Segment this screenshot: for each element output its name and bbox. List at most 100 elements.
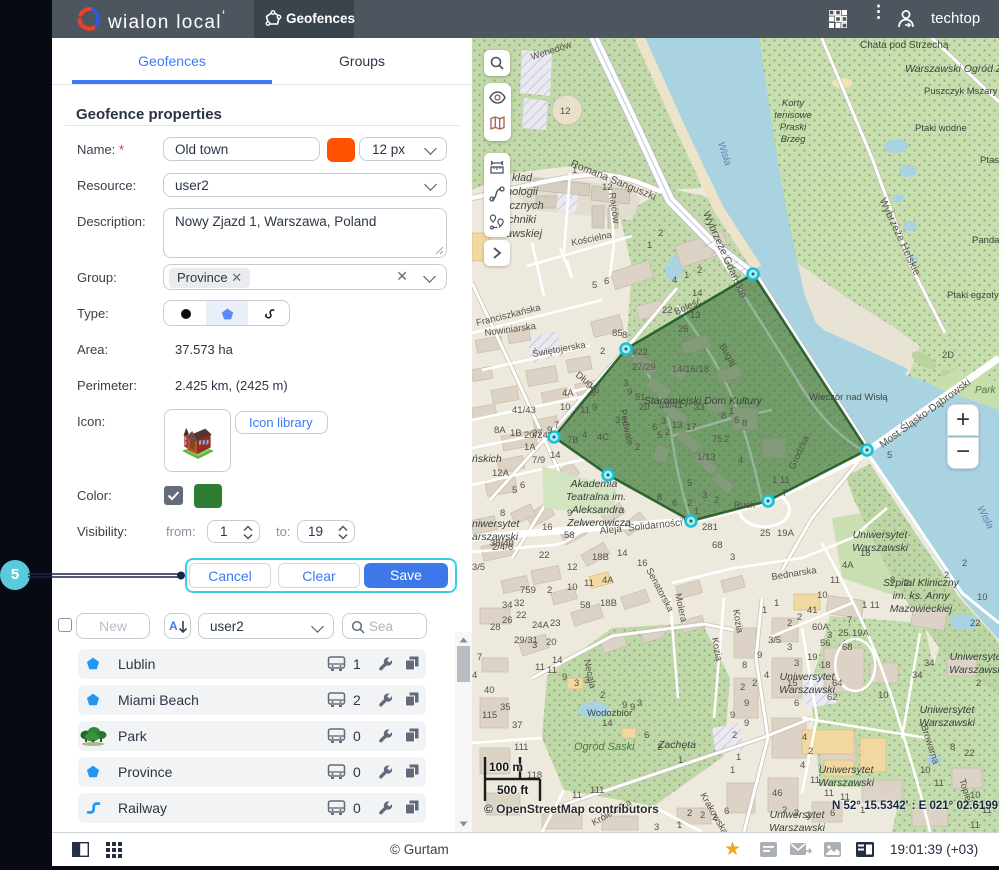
svg-text:6: 6 [604,276,609,287]
svg-text:2: 2 [687,808,692,819]
svg-text:1A: 1A [524,442,536,453]
svg-text:3: 3 [590,388,595,399]
svg-text:7: 7 [554,420,559,431]
svg-text:3: 3 [730,552,735,563]
svg-text:11: 11 [584,578,594,589]
svg-text:8: 8 [657,492,662,503]
svg-text:1: 1 [762,605,767,616]
svg-text:20: 20 [639,402,650,413]
svg-text:46: 46 [772,788,783,799]
svg-text:111: 111 [590,785,604,796]
svg-text:10: 10 [878,690,889,701]
svg-text:1 11: 1 11 [862,600,880,611]
svg-text:16: 16 [542,522,553,533]
svg-text:2: 2 [600,346,605,357]
svg-text:2: 2 [697,265,702,276]
svg-text:Uniwersytet: Uniwersytet [950,651,999,663]
svg-text:68: 68 [842,642,853,653]
svg-text:8: 8 [950,742,955,753]
svg-text:9: 9 [757,650,762,661]
svg-text:7B: 7B [567,435,579,446]
svg-text:62: 62 [827,692,838,703]
svg-text:1: 1 [694,506,699,517]
svg-text:Ptaki wodne: Ptaki wodne [915,123,967,134]
svg-text:2: 2 [782,805,787,816]
svg-text:35: 35 [500,702,511,713]
svg-text:Warszawski: Warszawski [769,822,825,832]
svg-text:9: 9 [622,700,627,711]
svg-text:25: 25 [838,628,849,639]
svg-text:2: 2 [752,678,757,689]
svg-text:14: 14 [617,548,628,559]
svg-text:ńskich: ńskich [472,453,502,465]
svg-text:3: 3 [661,416,666,427]
svg-text:Brzeg: Brzeg [781,134,807,145]
svg-text:41: 41 [807,605,818,616]
svg-text:18: 18 [820,660,831,671]
svg-text:1: 1 [774,598,779,609]
svg-text:7: 7 [782,488,787,499]
svg-text:kład: kład [512,172,533,184]
svg-text:24A: 24A [532,620,550,631]
svg-text:38/40: 38/40 [490,538,514,549]
svg-text:Wieczór nad Wisłą: Wieczór nad Wisłą [809,392,888,403]
svg-text:115: 115 [482,710,497,721]
svg-text:111: 111 [514,742,528,753]
svg-text:Ptaki egzotyczne: Ptaki egzotyczne [947,290,999,301]
svg-text:11: 11 [830,575,840,586]
svg-text:6: 6 [644,730,649,741]
svg-text:2: 2 [806,810,811,821]
svg-text:Uniwersytet: Uniwersytet [853,529,909,541]
svg-text:26: 26 [502,615,513,626]
svg-text:32: 32 [514,598,525,609]
svg-text:1 11: 1 11 [772,475,790,486]
svg-text:chniki: chniki [508,214,537,226]
svg-text:10: 10 [977,592,988,603]
svg-text:15: 15 [787,678,798,689]
svg-text:11: 11 [547,665,557,676]
svg-text:3: 3 [584,675,589,686]
svg-text:3: 3 [787,642,792,653]
svg-text:8: 8 [742,660,747,671]
svg-text:4: 4 [764,670,769,681]
svg-text:20/24: 20/24 [524,430,548,441]
svg-text:1/13: 1/13 [697,452,716,463]
svg-text:8: 8 [622,330,627,341]
svg-text:9: 9 [547,425,552,436]
svg-text:2: 2 [904,578,909,589]
svg-text:68: 68 [712,540,723,551]
svg-text:3: 3 [794,658,799,669]
svg-text:14: 14 [550,450,561,461]
svg-text:2: 2 [797,612,802,623]
svg-text:5: 5 [887,450,892,461]
svg-text:39/41: 39/41 [659,400,683,411]
svg-text:25: 25 [678,324,689,335]
svg-text:2: 2 [547,585,552,596]
svg-text:12: 12 [602,182,613,193]
svg-text:4: 4 [800,760,805,771]
svg-text:22: 22 [964,748,975,759]
svg-text:6: 6 [672,498,677,509]
svg-text:12A: 12A [492,468,510,479]
svg-text:5: 5 [512,485,517,496]
svg-text:11: 11 [824,788,834,799]
svg-text:Ruch: Ruch [734,500,755,510]
svg-text:2: 2 [657,742,662,753]
svg-text:7/9: 7/9 [532,455,545,466]
svg-text:12: 12 [567,562,578,573]
svg-text:Teatralna im.: Teatralna im. [566,491,626,503]
svg-text:18B: 18B [592,552,609,563]
svg-text:2: 2 [944,570,949,581]
svg-text:1: 1 [677,820,682,831]
svg-text:4C: 4C [597,432,609,443]
svg-text:759: 759 [520,585,536,596]
svg-text:11: 11 [535,662,545,673]
svg-text:281: 281 [702,522,718,533]
svg-text:33: 33 [694,402,705,413]
svg-text:Warszawski Ogród Zoologiczny: Warszawski Ogród Zoologiczny [905,63,999,75]
svg-text:Aleksandra: Aleksandra [571,504,625,516]
svg-text:Chata pod Strzechą: Chata pod Strzechą [860,40,949,51]
svg-text:niwersytet: niwersytet [472,518,520,530]
svg-text:34: 34 [502,600,513,611]
svg-text:27/29: 27/29 [632,362,656,373]
